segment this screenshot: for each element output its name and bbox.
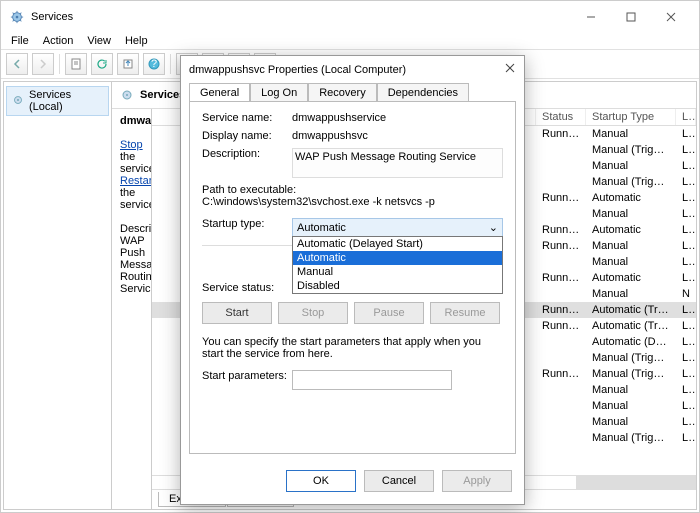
menu-file[interactable]: File bbox=[11, 35, 29, 47]
startup-type-select[interactable]: Automatic ⌄ bbox=[292, 218, 503, 237]
tab-general[interactable]: General bbox=[189, 83, 250, 102]
tree-pane: Services (Local) bbox=[4, 82, 112, 509]
close-dialog-button[interactable] bbox=[504, 62, 516, 77]
description-column: dmwappushsvc Stop the service Restart th… bbox=[112, 109, 152, 509]
startup-type-dropdown: Automatic (Delayed Start) Automatic Manu… bbox=[292, 236, 503, 294]
stop-link[interactable]: Stop bbox=[120, 139, 143, 151]
refresh-button[interactable] bbox=[91, 53, 113, 75]
forward-button[interactable] bbox=[32, 53, 54, 75]
display-name-label: Display name: bbox=[202, 130, 292, 142]
properties-dialog: dmwappushsvc Properties (Local Computer)… bbox=[180, 55, 525, 505]
description-label: Description: bbox=[202, 148, 292, 160]
maximize-button[interactable] bbox=[611, 5, 651, 29]
description-label: Description: bbox=[120, 223, 152, 235]
restart-link[interactable]: Restart bbox=[120, 175, 152, 187]
menu-view[interactable]: View bbox=[87, 35, 111, 47]
start-params-label: Start parameters: bbox=[202, 370, 292, 382]
apply-button[interactable]: Apply bbox=[442, 470, 512, 492]
menubar: File Action View Help bbox=[1, 33, 699, 49]
path-value: C:\windows\system32\svchost.exe -k netsv… bbox=[202, 196, 503, 208]
titlebar: Services bbox=[1, 1, 699, 33]
resume-button[interactable]: Resume bbox=[430, 302, 500, 324]
gear-icon bbox=[120, 88, 134, 102]
service-name-value: dmwappushservice bbox=[292, 112, 503, 124]
col-status[interactable]: Status bbox=[536, 109, 586, 125]
option-manual[interactable]: Manual bbox=[293, 265, 502, 279]
back-button[interactable] bbox=[6, 53, 28, 75]
dialog-titlebar: dmwappushsvc Properties (Local Computer) bbox=[181, 56, 524, 83]
startup-type-selected: Automatic bbox=[297, 222, 346, 234]
menu-action[interactable]: Action bbox=[43, 35, 74, 47]
col-logon[interactable]: Lo bbox=[676, 109, 696, 125]
close-window-button[interactable] bbox=[651, 5, 691, 29]
tab-recovery[interactable]: Recovery bbox=[308, 83, 376, 102]
service-status-label: Service status: bbox=[202, 282, 292, 294]
option-automatic[interactable]: Automatic bbox=[293, 251, 502, 265]
startup-type-label: Startup type: bbox=[202, 218, 292, 230]
start-params-info: You can specify the start parameters tha… bbox=[202, 336, 503, 360]
svg-text:?: ? bbox=[151, 58, 157, 70]
description-text: WAP Push Message Routing Service bbox=[120, 235, 152, 295]
tree-item-services-local[interactable]: Services (Local) bbox=[6, 86, 109, 116]
gear-icon bbox=[11, 93, 25, 110]
cancel-button[interactable]: Cancel bbox=[364, 470, 434, 492]
ok-button[interactable]: OK bbox=[286, 470, 356, 492]
window-title: Services bbox=[31, 11, 73, 23]
display-name-value: dmwappushsvc bbox=[292, 130, 503, 142]
start-params-input[interactable] bbox=[292, 370, 452, 390]
menu-help[interactable]: Help bbox=[125, 35, 148, 47]
col-startup[interactable]: Startup Type bbox=[586, 109, 676, 125]
path-label: Path to executable: bbox=[202, 184, 503, 196]
chevron-down-icon: ⌄ bbox=[489, 221, 498, 234]
minimize-button[interactable] bbox=[571, 5, 611, 29]
tab-dependencies[interactable]: Dependencies bbox=[377, 83, 469, 102]
export-button[interactable] bbox=[117, 53, 139, 75]
start-button[interactable]: Start bbox=[202, 302, 272, 324]
pause-button[interactable]: Pause bbox=[354, 302, 424, 324]
tab-logon[interactable]: Log On bbox=[250, 83, 308, 102]
selected-service-title: dmwappushsvc bbox=[120, 115, 143, 127]
tree-item-label: Services (Local) bbox=[29, 89, 104, 113]
service-name-label: Service name: bbox=[202, 112, 292, 124]
dialog-body: Service name: dmwappushservice Display n… bbox=[189, 101, 516, 454]
properties-button[interactable] bbox=[65, 53, 87, 75]
dialog-title: dmwappushsvc Properties (Local Computer) bbox=[189, 64, 406, 76]
description-textarea[interactable] bbox=[292, 148, 503, 178]
option-automatic-delayed[interactable]: Automatic (Delayed Start) bbox=[293, 237, 502, 251]
option-disabled[interactable]: Disabled bbox=[293, 279, 502, 293]
help-button[interactable]: ? bbox=[143, 53, 165, 75]
stop-button[interactable]: Stop bbox=[278, 302, 348, 324]
services-icon bbox=[9, 9, 25, 25]
